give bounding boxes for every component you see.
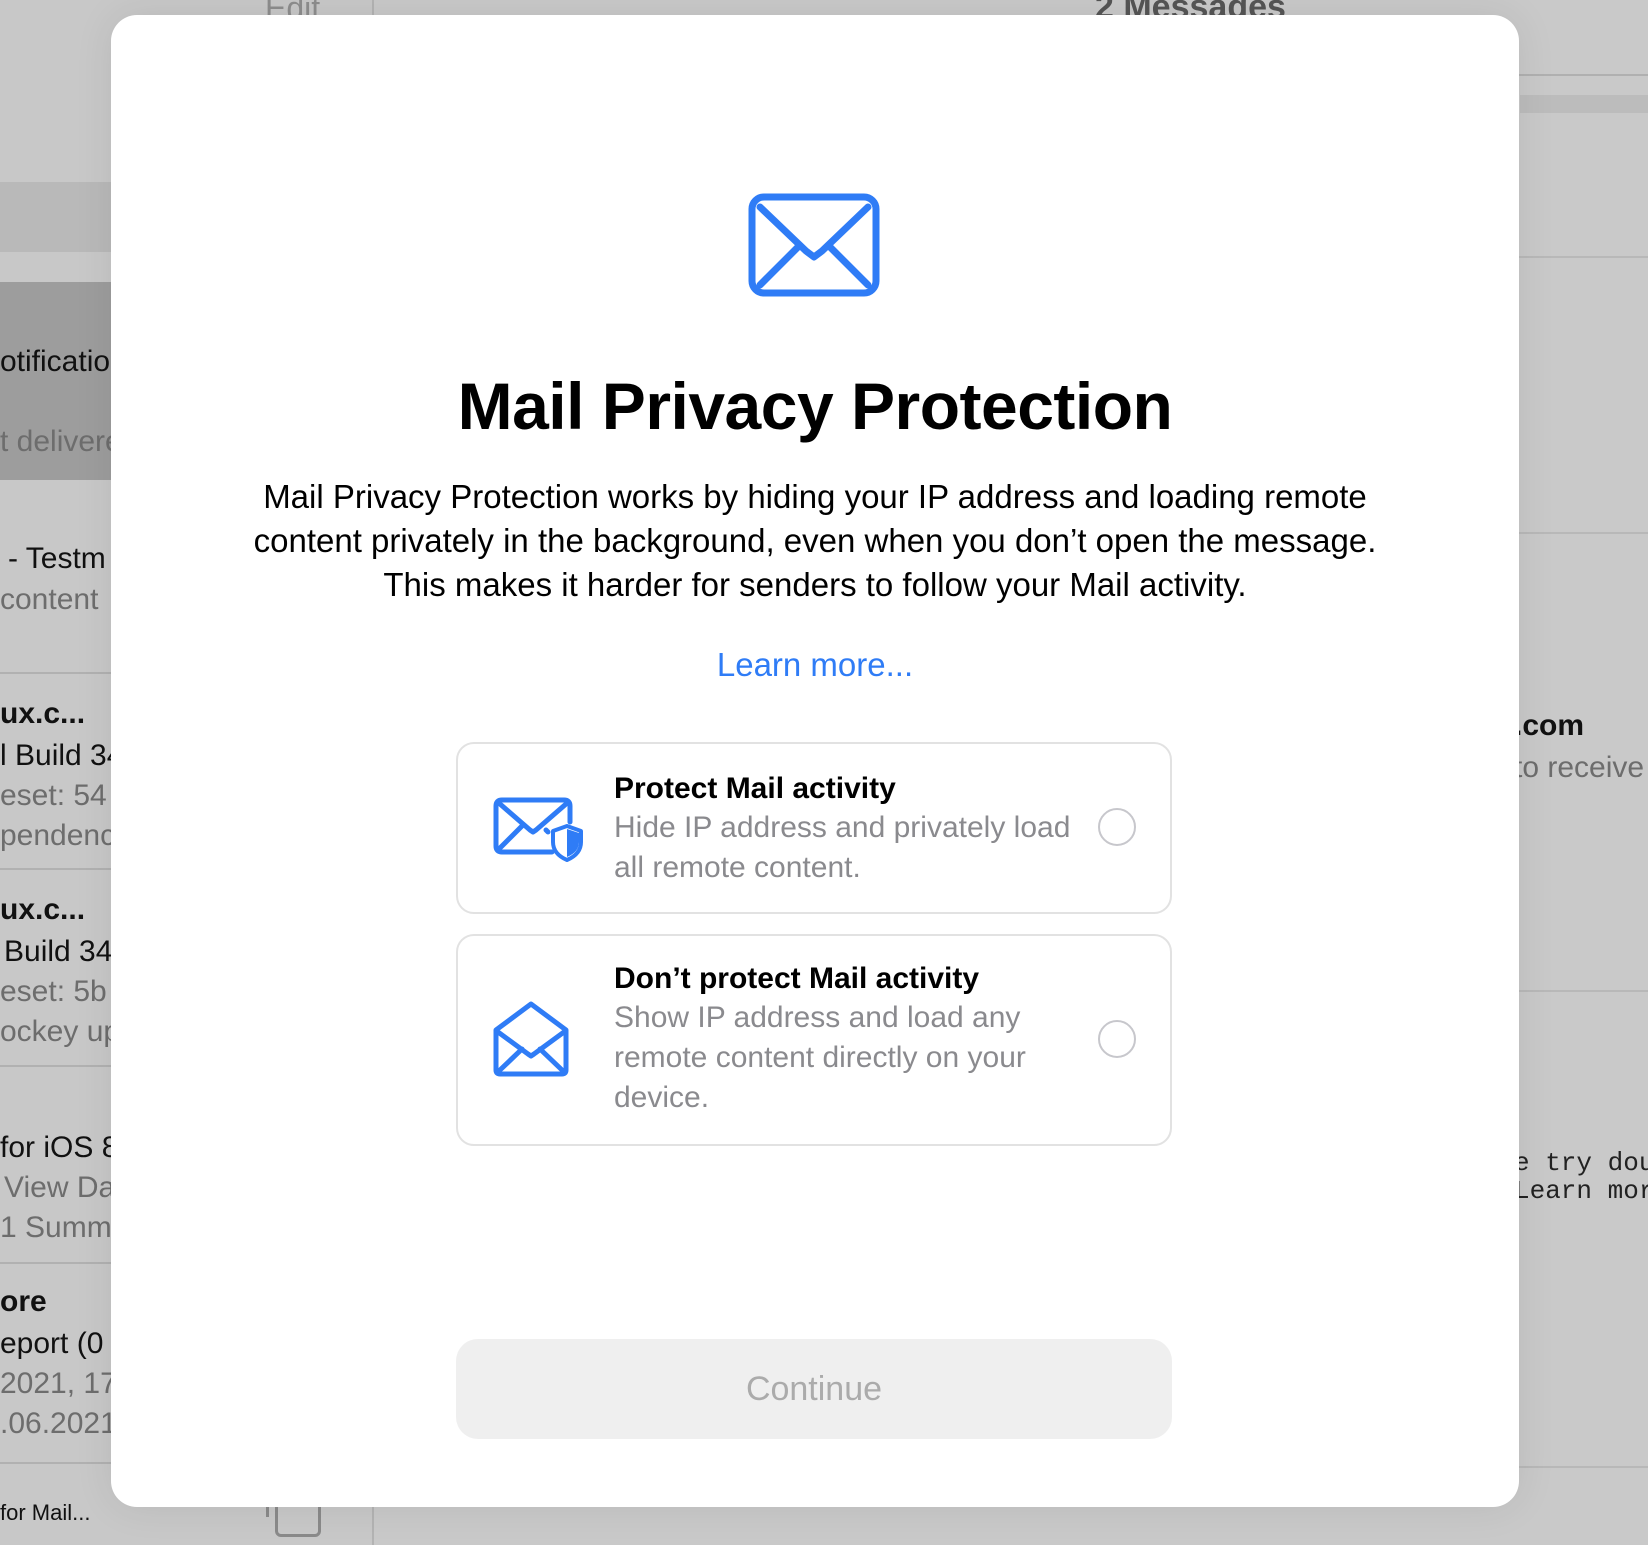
message-text: to receive [1514,751,1645,784]
option-subtitle-line: Hide IP address and privately load [614,811,1071,844]
option-subtitle: Show IP address and load any remote cont… [614,998,1084,1118]
list-item-text: 2021, 17 [0,1367,117,1400]
list-item-text: for iOS 8 [0,1131,119,1164]
list-item-text: pendenc [0,819,116,852]
option-title: Protect Mail activity [614,772,896,805]
envelope-open-icon [493,1001,569,1077]
option-dont-protect-mail-activity[interactable]: Don’t protect Mail activity Show IP addr… [456,934,1172,1146]
list-item-text: t delivere [0,425,122,458]
divider [1510,256,1648,258]
divider [1510,532,1648,534]
list-item-text: content [0,583,99,616]
divider [1510,1466,1648,1468]
divider [1510,990,1648,992]
list-item-text: View Da [4,1171,116,1204]
option-subtitle-line: remote content directly on your [614,1041,1026,1074]
description-line: content privately in the background, eve… [253,522,1377,559]
radio-button[interactable] [1098,808,1136,846]
envelope-shield-icon [493,797,583,862]
option-subtitle-line: all remote content. [614,851,861,884]
learn-more-link[interactable]: Learn more... [111,646,1519,684]
message-text: e try dou [1514,1148,1648,1178]
list-item-text: eport (0 [0,1327,104,1360]
message-text: Learn mor [1514,1176,1648,1206]
sheet-description: Mail Privacy Protection works by hiding … [211,475,1419,607]
list-item-text: - Testm [8,542,106,575]
list-item-text: 1 Summ [0,1211,112,1244]
list-item-text: ux.c... [0,697,86,730]
list-item-text: Build 34 [4,935,113,968]
list-item-text: l Build 34 [0,739,124,772]
mail-privacy-sheet: Mail Privacy Protection Mail Privacy Pro… [111,15,1519,1507]
list-item-text: eset: 54 [0,779,107,812]
sender-address: .com [1514,709,1585,742]
continue-button[interactable]: Continue [456,1339,1172,1439]
list-item-text: ockey up [0,1015,121,1048]
divider [1520,95,1648,113]
radio-button[interactable] [1098,1020,1136,1058]
status-text: for Mail... [0,1500,91,1525]
divider [1510,74,1648,76]
description-line: Mail Privacy Protection works by hiding … [263,478,1367,515]
envelope-icon [748,193,880,297]
list-item-text: .06.2021 [0,1407,117,1440]
description-line: This makes it harder for senders to foll… [383,566,1247,603]
sheet-title: Mail Privacy Protection [457,369,1173,443]
option-subtitle: Hide IP address and privately load all r… [614,808,1084,888]
option-subtitle-line: Show IP address and load any [614,1001,1021,1034]
option-subtitle-line: device. [614,1081,710,1114]
list-item-text: otificatio [0,345,111,378]
option-title: Don’t protect Mail activity [614,962,980,995]
list-item-text: ux.c... [0,893,86,926]
option-protect-mail-activity[interactable]: Protect Mail activity Hide IP address an… [456,742,1172,914]
list-item-text: ore [0,1285,47,1318]
list-item-text: eset: 5b [0,975,107,1008]
